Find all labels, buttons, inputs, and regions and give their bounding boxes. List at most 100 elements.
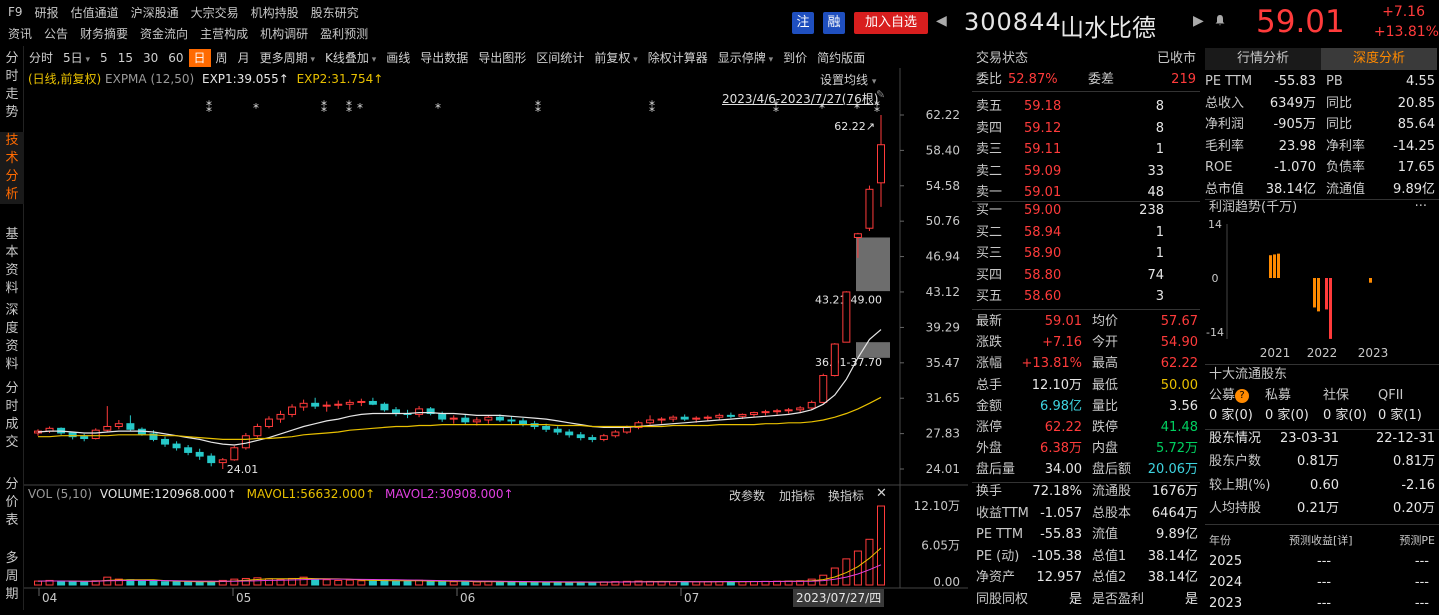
- volume-bar[interactable]: [368, 580, 377, 586]
- candle[interactable]: [380, 402, 389, 412]
- volume-bar[interactable]: [438, 580, 447, 586]
- panel-tab[interactable]: 深度分析: [1321, 48, 1437, 70]
- toolbar-item[interactable]: 简约版面: [812, 49, 870, 67]
- sidebar-item[interactable]: 分时成交: [0, 380, 24, 452]
- candle[interactable]: [715, 413, 724, 420]
- candle[interactable]: [761, 409, 770, 416]
- profit-bar[interactable]: [1269, 255, 1272, 278]
- candle[interactable]: [565, 429, 574, 438]
- sidebar-item[interactable]: 深度资料: [0, 302, 24, 374]
- nav-item[interactable]: 股东研究: [311, 4, 359, 21]
- toolbar-item[interactable]: 除权计算器: [643, 49, 713, 67]
- candle[interactable]: [103, 406, 112, 433]
- nav-item[interactable]: 机构调研: [260, 25, 308, 42]
- candle[interactable]: [749, 411, 758, 418]
- toolbar-item[interactable]: 日: [188, 49, 211, 67]
- candle[interactable]: [842, 291, 851, 343]
- candle[interactable]: [345, 399, 354, 410]
- candle[interactable]: [45, 426, 54, 433]
- volume-bar[interactable]: [403, 580, 412, 586]
- toolbar-item[interactable]: 5: [95, 49, 113, 67]
- candle[interactable]: [680, 414, 689, 421]
- swap-indicator-button[interactable]: 换指标: [828, 487, 864, 504]
- volume-bar[interactable]: [807, 578, 816, 586]
- candle[interactable]: [703, 415, 712, 421]
- candle[interactable]: [726, 412, 735, 419]
- event-marker[interactable]: ⁑: [649, 100, 655, 115]
- profit-bar[interactable]: [1369, 278, 1372, 283]
- profit-bar[interactable]: [1329, 278, 1332, 339]
- event-marker[interactable]: ⁑: [206, 100, 212, 115]
- nav-item[interactable]: 机构持股: [251, 4, 299, 21]
- volume-bar[interactable]: [530, 581, 539, 586]
- volume-bar[interactable]: [345, 579, 354, 586]
- candle[interactable]: [91, 428, 100, 440]
- bid-price[interactable]: 58.94: [1024, 222, 1061, 243]
- event-marker[interactable]: ⁑: [321, 100, 327, 115]
- candle[interactable]: [311, 397, 320, 409]
- candle[interactable]: [784, 407, 793, 414]
- help-icon[interactable]: ?: [1235, 389, 1249, 403]
- bell-icon[interactable]: [1214, 14, 1226, 26]
- bid-price[interactable]: 58.60: [1024, 286, 1061, 307]
- nav-item[interactable]: 主营构成: [200, 25, 248, 42]
- nav-item[interactable]: 资金流向: [140, 25, 188, 42]
- volume-bar[interactable]: [472, 581, 481, 586]
- toolbar-item[interactable]: 月: [233, 49, 255, 67]
- vol-indicator[interactable]: VOL: [28, 487, 52, 501]
- volume-bar[interactable]: [264, 578, 273, 586]
- candle[interactable]: [288, 404, 297, 418]
- candle[interactable]: [877, 115, 885, 207]
- panel-tab[interactable]: 行情分析: [1205, 48, 1321, 70]
- candle[interactable]: [276, 410, 285, 423]
- candle[interactable]: [230, 445, 239, 461]
- nav-item[interactable]: 公告: [44, 25, 68, 42]
- volume-bar[interactable]: [57, 580, 66, 586]
- zhu-button[interactable]: 注: [792, 12, 814, 34]
- sidebar-item[interactable]: 分价表: [0, 476, 24, 530]
- candle[interactable]: [599, 433, 608, 442]
- volume-bar[interactable]: [726, 581, 735, 586]
- candle[interactable]: [195, 448, 204, 460]
- volume-bar[interactable]: [877, 505, 885, 586]
- toolbar-item[interactable]: 前复权: [589, 49, 642, 67]
- nav-item[interactable]: F9: [8, 5, 23, 19]
- volume-bar[interactable]: [80, 581, 89, 586]
- candle[interactable]: [865, 185, 874, 231]
- change-params-button[interactable]: 改参数: [729, 487, 765, 504]
- sidebar-item[interactable]: 多周期: [0, 550, 24, 604]
- volume-bar[interactable]: [34, 580, 42, 586]
- candle[interactable]: [264, 416, 273, 429]
- add-indicator-button[interactable]: 加指标: [779, 487, 815, 504]
- toolbar-item[interactable]: 60: [163, 49, 188, 67]
- volume-bar[interactable]: [542, 581, 551, 586]
- volume-bar[interactable]: [461, 581, 470, 586]
- volume-bar[interactable]: [137, 580, 146, 586]
- candle[interactable]: [507, 416, 516, 425]
- toolbar-item[interactable]: 分时: [24, 49, 58, 67]
- volume-bar[interactable]: [161, 581, 170, 586]
- bid-price[interactable]: 58.90: [1024, 243, 1061, 264]
- prev-stock-icon[interactable]: ◀: [936, 13, 947, 29]
- event-marker[interactable]: *: [435, 101, 441, 115]
- volume-bar[interactable]: [426, 580, 435, 586]
- candle[interactable]: [657, 417, 666, 424]
- add-watchlist-button[interactable]: 加入自选: [854, 12, 928, 34]
- volume-bar[interactable]: [842, 558, 851, 586]
- candle[interactable]: [34, 429, 42, 436]
- candle[interactable]: [161, 436, 170, 447]
- bid-price[interactable]: 59.00: [1024, 200, 1061, 221]
- volume-bar[interactable]: [380, 580, 389, 586]
- nav-item[interactable]: 盈利预测: [320, 25, 368, 42]
- close-icon[interactable]: ✕: [876, 486, 887, 501]
- nav-item[interactable]: 大宗交易: [191, 4, 239, 21]
- volume-bar[interactable]: [680, 581, 689, 586]
- candle[interactable]: [669, 415, 678, 422]
- event-marker[interactable]: *: [253, 101, 259, 115]
- profit-bar[interactable]: [1317, 278, 1320, 312]
- toolbar-item[interactable]: 画线: [381, 49, 415, 67]
- volume-bar[interactable]: [357, 580, 366, 586]
- candle[interactable]: [576, 432, 585, 441]
- volume-bar[interactable]: [391, 580, 400, 586]
- volume-bar[interactable]: [507, 581, 516, 586]
